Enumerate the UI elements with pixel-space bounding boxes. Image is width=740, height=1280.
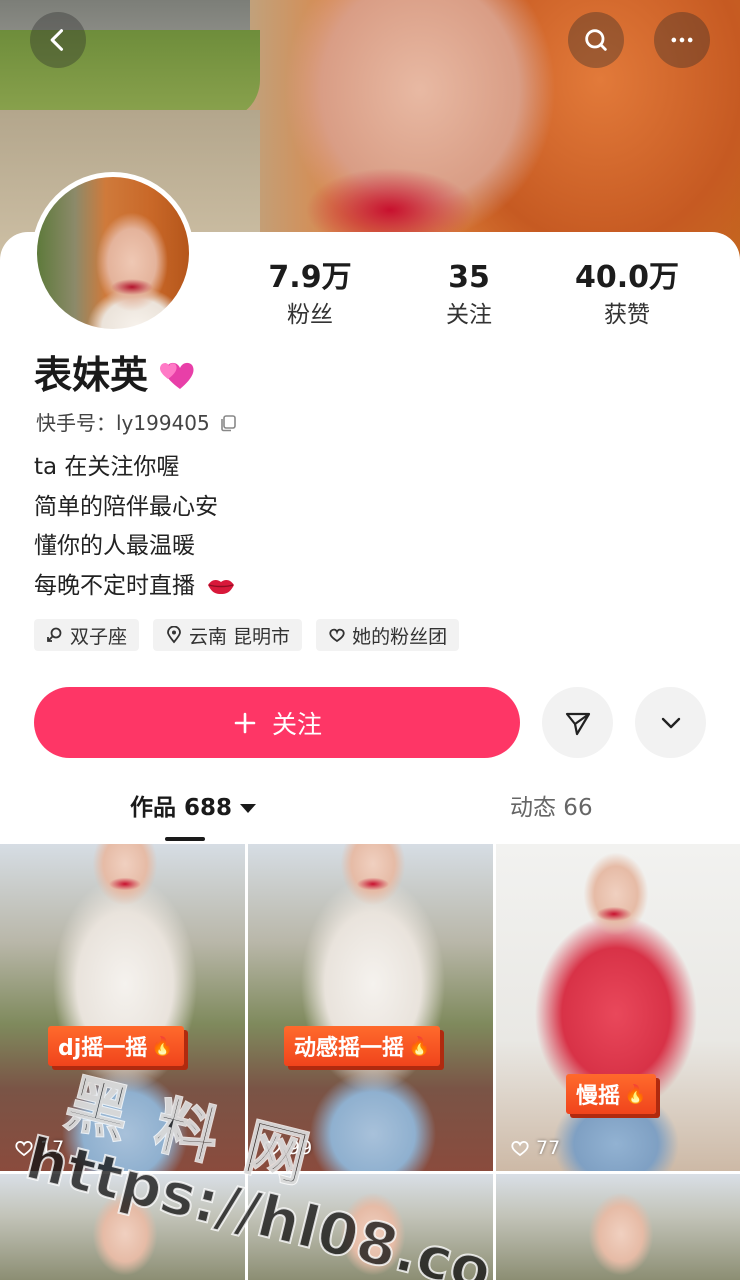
location-pin-icon [167, 626, 181, 644]
tag-constellation[interactable]: 双子座 [34, 619, 140, 651]
post-thumbnail[interactable] [496, 1174, 740, 1280]
avatar[interactable] [32, 172, 194, 334]
stat-likes[interactable]: 40.0万 获赞 [557, 258, 697, 332]
post-likes: 77 [510, 1137, 560, 1159]
post-thumbnail[interactable] [0, 1174, 245, 1280]
stat-fans-value: 7.9万 [268, 260, 352, 295]
kuaishou-id-row[interactable]: 快手号：ly199405 [36, 408, 238, 438]
profile-name-row: 表妹英 [34, 350, 196, 400]
post-sticker-label: dj摇一摇 [58, 1036, 148, 1061]
search-icon [585, 29, 607, 51]
lips-icon [208, 580, 235, 594]
kuaishou-id: 快手号：ly199405 [36, 411, 210, 435]
fire-icon: 🔥 [624, 1083, 647, 1105]
tag-label: 云南 昆明市 [189, 625, 291, 648]
post-sticker: dj摇一摇 🔥 [48, 1026, 184, 1066]
two-hearts-icon [160, 362, 194, 389]
posts-grid: dj摇一摇 🔥 17 动感摇一摇 🔥 99 慢摇 🔥 77 [0, 844, 740, 1280]
tag-fan-club[interactable]: 她的粉丝团 [316, 619, 460, 651]
tab-works-label: 作品 688 [130, 795, 233, 821]
more-horizontal-icon [671, 37, 693, 43]
fire-icon: 🔥 [151, 1035, 174, 1057]
bio-line: 每晚不定时直播 [34, 572, 195, 599]
follow-button[interactable]: 关注 [34, 687, 520, 758]
heart-outline-icon [511, 1141, 529, 1157]
fan-club-heart-icon [329, 628, 345, 643]
post-sticker: 动感摇一摇 🔥 [284, 1026, 441, 1066]
bio-line: 简单的陪伴最心安 [34, 493, 218, 520]
tab-moments-label: 动态 66 [510, 795, 593, 821]
post-thumbnail[interactable]: dj摇一摇 🔥 17 [0, 844, 245, 1171]
tab-moments[interactable]: 动态 66 [510, 790, 593, 826]
expand-button[interactable] [635, 687, 706, 758]
fire-icon: 🔥 [408, 1035, 431, 1057]
post-thumbnail[interactable]: 动感摇一摇 🔥 99 [248, 844, 493, 1171]
profile-bio: ta 在关注你喔 简单的陪伴最心安 懂你的人最温暖 每晚不定时直播 [34, 448, 236, 606]
follow-button-label: 关注 [271, 709, 322, 739]
post-likes-count: 17 [40, 1137, 65, 1159]
bio-line-4: 每晚不定时直播 [34, 567, 236, 607]
post-thumbnail[interactable]: 慢摇 🔥 77 [496, 844, 740, 1171]
stat-fans-label: 粉丝 [287, 302, 333, 328]
send-icon [565, 712, 590, 735]
chevron-down-icon [661, 717, 680, 728]
tag-location[interactable]: 云南 昆明市 [153, 619, 303, 651]
tag-label: 她的粉丝团 [352, 625, 448, 648]
message-button[interactable] [542, 687, 613, 758]
plus-icon [234, 712, 256, 733]
stat-fans[interactable]: 7.9万 粉丝 [240, 258, 380, 332]
stat-following[interactable]: 35 关注 [399, 258, 539, 332]
stat-following-label: 关注 [446, 302, 492, 328]
back-button[interactable] [30, 12, 86, 68]
heart-outline-icon [15, 1141, 33, 1157]
copy-icon[interactable] [218, 413, 238, 433]
caret-down-icon [240, 804, 257, 813]
profile-tags: 双子座 云南 昆明市 她的粉丝团 [34, 619, 460, 651]
gender-icon [47, 627, 62, 642]
post-likes-count: 99 [288, 1137, 313, 1159]
tag-label: 双子座 [70, 625, 128, 648]
post-sticker: 慢摇 🔥 [566, 1074, 657, 1114]
active-tab-indicator [165, 837, 205, 841]
bio-line: 懂你的人最温暖 [34, 533, 195, 559]
content-tabs: 作品 688 动态 66 [0, 780, 740, 840]
post-likes: 17 [14, 1137, 64, 1159]
post-likes-count: 77 [536, 1137, 561, 1159]
more-button[interactable] [654, 12, 710, 68]
search-button[interactable] [568, 12, 624, 68]
post-thumbnail[interactable] [248, 1174, 493, 1280]
heart-outline-icon [263, 1141, 281, 1157]
bio-line: ta 在关注你喔 [34, 454, 180, 480]
post-sticker-label: 慢摇 [576, 1084, 621, 1109]
stat-following-value: 35 [448, 260, 490, 295]
stat-likes-value: 40.0万 [574, 260, 680, 295]
chevron-left-icon [50, 29, 64, 51]
profile-name: 表妹英 [34, 353, 149, 397]
post-sticker-label: 动感摇一摇 [294, 1036, 405, 1061]
post-likes: 99 [262, 1137, 312, 1159]
tab-works[interactable]: 作品 688 [130, 790, 257, 826]
stat-likes-label: 获赞 [604, 302, 650, 328]
